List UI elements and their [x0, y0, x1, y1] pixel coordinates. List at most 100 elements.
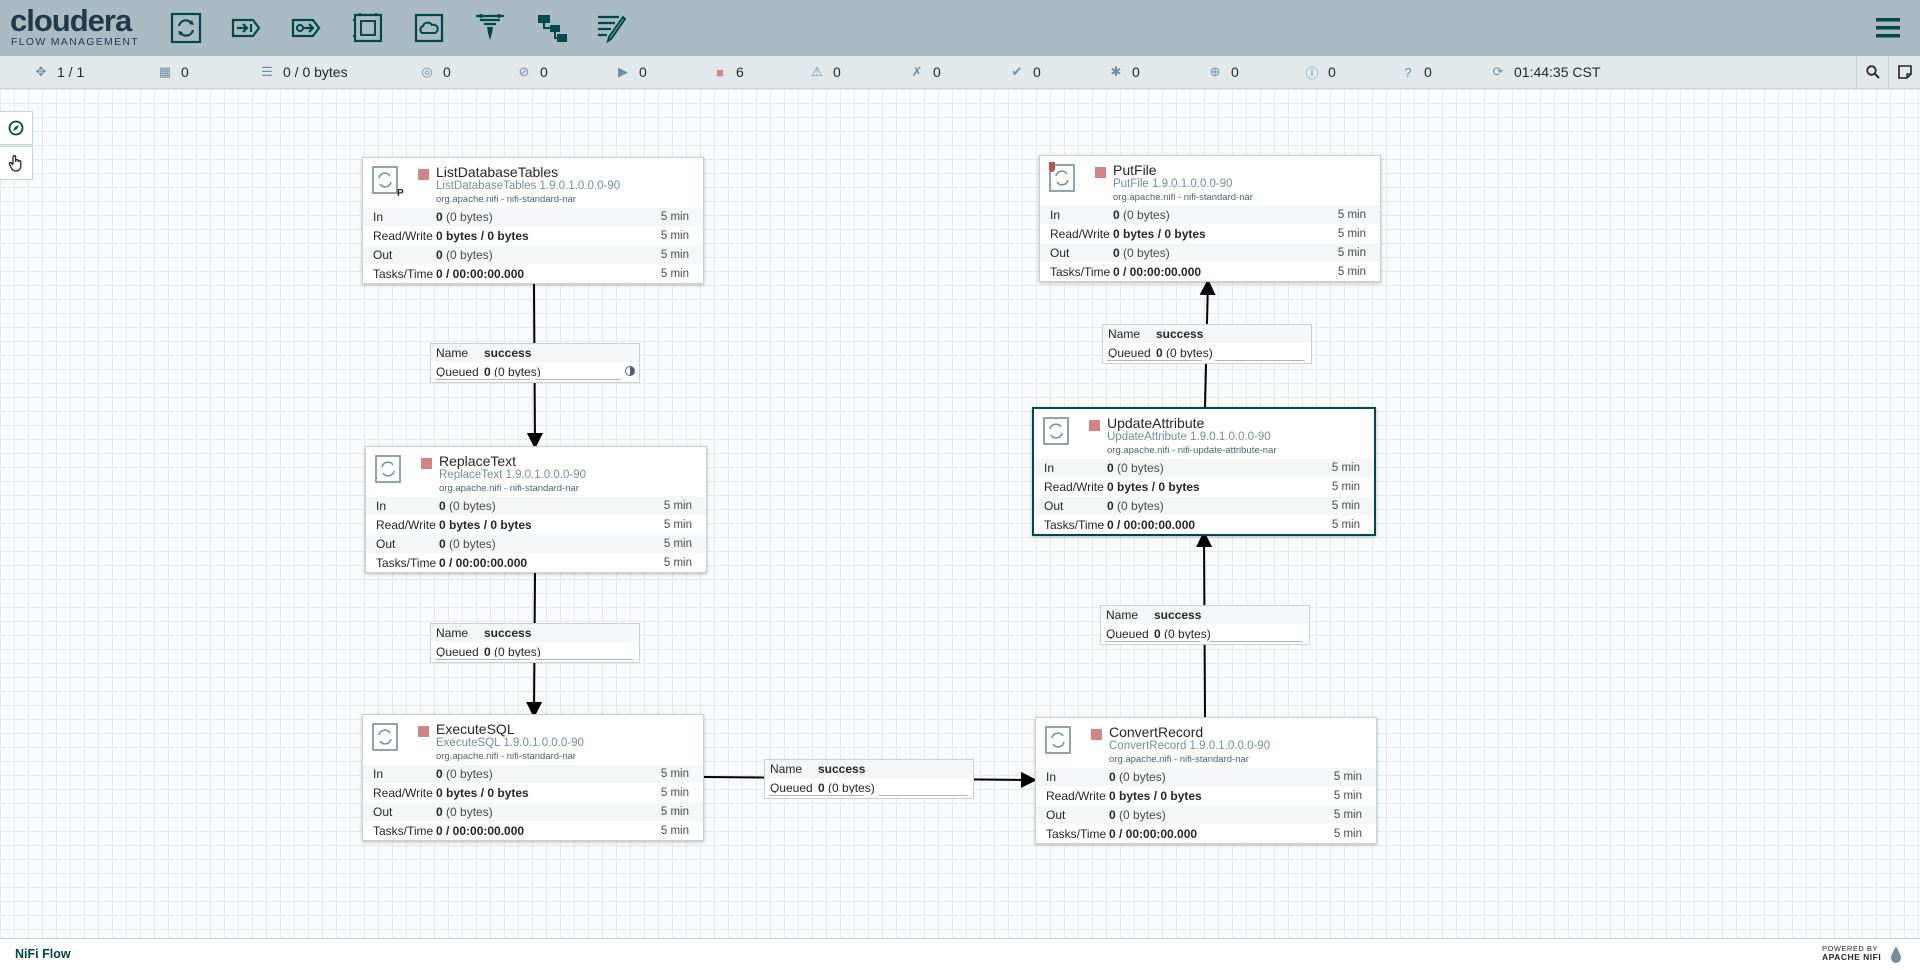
connection-name-label: Name	[436, 626, 469, 640]
processor-type: ListDatabaseTables 1.9.0.1.0.0.0-90	[436, 180, 621, 192]
remote-process-group-icon	[414, 13, 444, 43]
stat-row-in: In 0 (0 bytes) 5 min	[1034, 458, 1374, 477]
funnel-icon	[476, 14, 504, 40]
search-button[interactable]	[1856, 56, 1889, 88]
not-transmitting-count: 0	[540, 64, 548, 80]
processor-name: PutFile	[1113, 162, 1157, 178]
bulletin-button[interactable]	[1888, 56, 1920, 88]
navigate-button[interactable]	[0, 111, 33, 145]
processor-bundle: org.apache.nifi - nifi-update-attribute-…	[1107, 445, 1277, 456]
processor-listdatabasetables[interactable]: P ListDatabaseTables ListDatabaseTables …	[362, 157, 704, 284]
refresh-time: 01:44:35 CST	[1514, 64, 1601, 80]
stat-row-readwrite: Read/Write 0 bytes / 0 bytes 5 min	[1034, 477, 1374, 496]
connection-label-updateattribute-to-putfile[interactable]: Name success Queued 0 (0 bytes)	[1102, 324, 1312, 364]
arrow-up-circle-icon: ⊕	[1209, 64, 1221, 79]
stat-row-tasks: Tasks/Time 0 / 00:00:00.000 5 min	[366, 553, 706, 572]
asterisk-icon: ✱	[1110, 64, 1122, 79]
locally-modified-status: ✱ 0	[1108, 56, 1140, 88]
brand-name: cloudera	[10, 3, 132, 38]
breadcrumb-nifi-flow[interactable]: NiFi Flow	[15, 947, 71, 961]
processor-icon	[1045, 726, 1071, 754]
cluster-status: ✥ 1 / 1	[33, 56, 85, 88]
transmitting-icon: ◎	[421, 64, 433, 79]
stop-icon: ■	[716, 64, 724, 80]
errors-count: 0	[1328, 64, 1336, 80]
sync-failure-status: ? 0	[1400, 56, 1431, 88]
relationship-name: success	[818, 762, 866, 776]
funnel-tool-button[interactable]	[470, 8, 510, 48]
stat-row-out: Out 0 (0 bytes) 5 min	[1036, 805, 1376, 824]
queue-size-bar	[535, 657, 633, 660]
processor-bundle: org.apache.nifi - nifi-standard-nar	[436, 194, 576, 205]
stat-row-out: Out 0 (0 bytes) 5 min	[363, 802, 703, 821]
connection-lines	[526, 279, 1216, 788]
apache-nifi-label: APACHE NIFI	[1822, 952, 1882, 962]
connection-label-listdb-to-replacetext[interactable]: Name success Queued 0 (0 bytes)	[430, 343, 640, 383]
processor-name: ExecuteSQL	[436, 721, 515, 737]
thread-icon: ▦	[158, 64, 172, 79]
queue-size-bar	[535, 377, 621, 380]
hamburger-icon	[1876, 18, 1900, 38]
flow-canvas[interactable]: P ListDatabaseTables ListDatabaseTables …	[0, 89, 1920, 938]
output-port-tool-button[interactable]	[286, 8, 326, 48]
processor-tool-button[interactable]	[166, 8, 206, 48]
compass-icon	[8, 120, 24, 136]
stopped-indicator-icon	[421, 458, 432, 469]
input-port-icon	[231, 18, 261, 38]
input-port-tool-button[interactable]	[226, 8, 266, 48]
queue-count-bar	[769, 793, 864, 796]
processor-icon	[375, 455, 401, 483]
process-group-tool-button[interactable]	[348, 8, 388, 48]
stat-row-out: Out 0 (0 bytes) 5 min	[1040, 243, 1380, 262]
queue-size-bar	[879, 793, 967, 796]
label-tool-button[interactable]	[592, 8, 632, 48]
queue-size-bar	[1209, 639, 1303, 642]
refresh-icon[interactable]: ⟳	[1490, 64, 1506, 80]
refresh-status[interactable]: ⟳ 01:44:35 CST	[1490, 56, 1601, 88]
processor-executesql[interactable]: ExecuteSQL ExecuteSQL 1.9.0.1.0.0.0-90 o…	[362, 714, 704, 841]
template-icon	[538, 15, 567, 42]
running-status: ▶ 0	[615, 56, 647, 88]
stopped-status: ■ 6	[712, 56, 744, 88]
transmitting-status: ▦ 0	[157, 56, 189, 88]
processor-updateattribute[interactable]: UpdateAttribute UpdateAttribute 1.9.0.1.…	[1032, 407, 1376, 536]
processor-type: ReplaceText 1.9.0.1.0.0.0-90	[439, 469, 587, 481]
search-icon	[1866, 65, 1880, 79]
cluster-count: 1 / 1	[57, 64, 85, 80]
remote-process-group-tool-button[interactable]	[409, 8, 449, 48]
play-icon: ▶	[618, 64, 628, 79]
not-transmitting-status: ⊘ 0	[516, 56, 548, 88]
processor-replacetext[interactable]: ReplaceText ReplaceText 1.9.0.1.0.0.0-90…	[365, 446, 707, 573]
stat-row-out: Out 0 (0 bytes) 5 min	[1034, 496, 1374, 515]
global-menu-button[interactable]	[1870, 10, 1906, 46]
relationship-name: success	[484, 346, 532, 360]
relationship-name: success	[1156, 327, 1204, 341]
stat-row-readwrite: Read/Write 0 bytes / 0 bytes 5 min	[366, 515, 706, 534]
processor-putfile[interactable]: PutFile PutFile 1.9.0.1.0.0.0-90 org.apa…	[1039, 155, 1381, 282]
stat-row-in: In 0 (0 bytes) 5 min	[366, 496, 706, 515]
invalid-status: ⚠ 0	[809, 56, 841, 88]
primary-node-badge: P	[397, 188, 404, 199]
nifi-drop-icon	[1891, 946, 1901, 963]
operate-button[interactable]	[0, 146, 33, 180]
connection-label-executesql-to-convertrecord[interactable]: Name success Queued 0 (0 bytes)	[764, 759, 974, 799]
template-tool-button[interactable]	[532, 8, 572, 48]
queue-count-bar	[435, 377, 530, 380]
connection-label-replacetext-to-executesql[interactable]: Name success Queued 0 (0 bytes)	[430, 623, 640, 663]
stat-row-in: In 0 (0 bytes) 5 min	[363, 207, 703, 226]
processor-icon	[372, 166, 398, 194]
connection-name-label: Name	[1108, 327, 1141, 341]
stat-row-in: In 0 (0 bytes) 5 min	[363, 764, 703, 783]
invalid-count: 0	[833, 64, 841, 80]
processor-type: ExecuteSQL 1.9.0.1.0.0.0-90	[436, 737, 584, 749]
locally-modified-count: 0	[1132, 64, 1140, 80]
processor-icon	[372, 723, 398, 751]
connection-label-convertrecord-to-updateattribute[interactable]: Name success Queued 0 (0 bytes)	[1100, 605, 1310, 645]
processor-name: UpdateAttribute	[1107, 415, 1205, 431]
stat-row-out: Out 0 (0 bytes) 5 min	[366, 534, 706, 553]
queue-count-bar	[1107, 358, 1202, 361]
processor-convertrecord[interactable]: ConvertRecord ConvertRecord 1.9.0.1.0.0.…	[1035, 717, 1377, 844]
cloudera-logo[interactable]: cloudera FLOW MANAGEMENT	[10, 3, 140, 50]
powered-by-apache-nifi: POWERED BY APACHE NIFI	[1822, 945, 1882, 962]
running-count: 0	[639, 64, 647, 80]
